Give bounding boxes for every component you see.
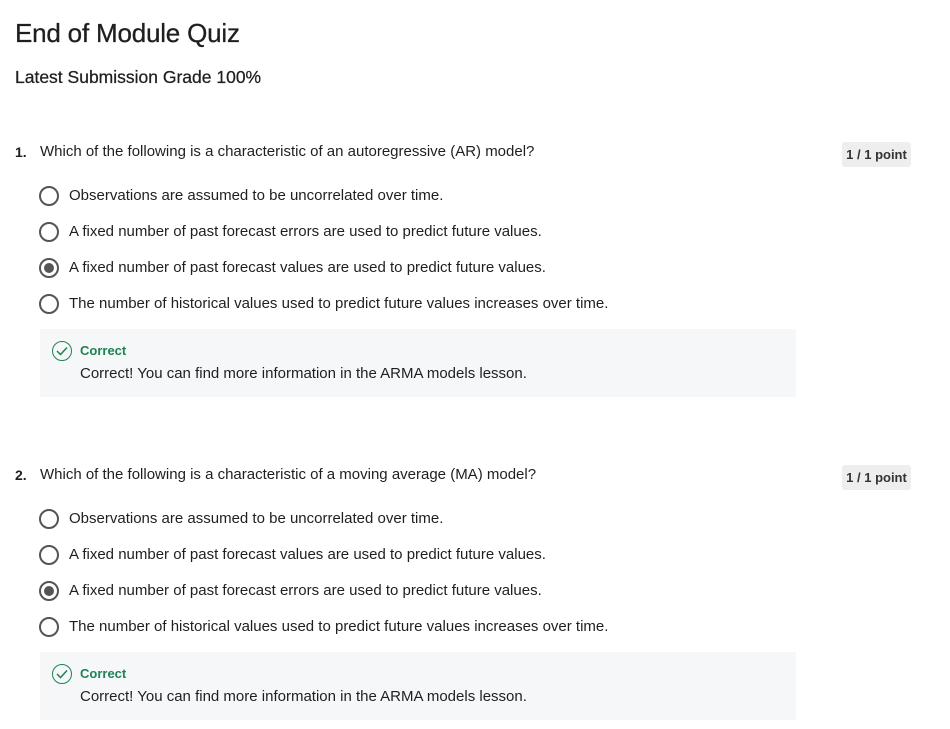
quiz-page: End of Module Quiz Latest Submission Gra…	[0, 0, 950, 729]
answer-option-label: The number of historical values used to …	[69, 295, 609, 312]
answer-options: Observations are assumed to be uncorrela…	[0, 509, 950, 653]
answer-option[interactable]: The number of historical values used to …	[0, 617, 950, 653]
points-badge: 1 / 1 point	[842, 465, 911, 490]
answer-option-label: A fixed number of past forecast values a…	[69, 259, 546, 276]
answer-option[interactable]: The number of historical values used to …	[0, 294, 950, 330]
question-text: Which of the following is a characterist…	[40, 466, 537, 483]
answer-option[interactable]: Observations are assumed to be uncorrela…	[0, 186, 950, 222]
radio-button[interactable]	[39, 222, 59, 242]
question-number: 1.	[15, 144, 27, 160]
feedback-title: Correct	[80, 666, 127, 681]
radio-button[interactable]	[39, 545, 59, 565]
answer-option-label: Observations are assumed to be uncorrela…	[69, 187, 444, 204]
answer-option[interactable]: A fixed number of past forecast values a…	[0, 545, 950, 581]
feedback-title: Correct	[80, 343, 127, 358]
radio-button[interactable]	[39, 509, 59, 529]
answer-option[interactable]: A fixed number of past forecast values a…	[0, 258, 950, 294]
answer-option[interactable]: A fixed number of past forecast errors a…	[0, 222, 950, 258]
check-circle-icon	[52, 341, 72, 361]
answer-options: Observations are assumed to be uncorrela…	[0, 186, 950, 330]
radio-button[interactable]	[39, 294, 59, 314]
answer-option[interactable]: Observations are assumed to be uncorrela…	[0, 509, 950, 545]
points-badge: 1 / 1 point	[842, 142, 911, 167]
question-header: 2. Which of the following is a character…	[0, 465, 950, 490]
question-1: 1. Which of the following is a character…	[0, 142, 950, 397]
answer-option-label: Observations are assumed to be uncorrela…	[69, 510, 444, 527]
page-title: End of Module Quiz	[15, 18, 240, 48]
feedback-box: Correct Correct! You can find more infor…	[40, 652, 796, 720]
answer-option-label: A fixed number of past forecast errors a…	[69, 582, 542, 599]
radio-button[interactable]	[39, 617, 59, 637]
feedback-box: Correct Correct! You can find more infor…	[40, 329, 796, 397]
radio-button-selected[interactable]	[39, 258, 59, 278]
answer-option-label: The number of historical values used to …	[69, 618, 609, 635]
check-circle-icon	[52, 664, 72, 684]
question-number: 2.	[15, 467, 27, 483]
answer-option[interactable]: A fixed number of past forecast errors a…	[0, 581, 950, 617]
question-text: Which of the following is a characterist…	[40, 143, 535, 160]
latest-submission-grade: Latest Submission Grade 100%	[15, 67, 262, 87]
answer-option-label: A fixed number of past forecast values a…	[69, 546, 546, 563]
radio-button-selected[interactable]	[39, 581, 59, 601]
feedback-text: Correct! You can find more information i…	[80, 688, 527, 705]
feedback-text: Correct! You can find more information i…	[80, 365, 527, 382]
question-2: 2. Which of the following is a character…	[0, 465, 950, 720]
radio-button[interactable]	[39, 186, 59, 206]
answer-option-label: A fixed number of past forecast errors a…	[69, 223, 542, 240]
question-header: 1. Which of the following is a character…	[0, 142, 950, 167]
